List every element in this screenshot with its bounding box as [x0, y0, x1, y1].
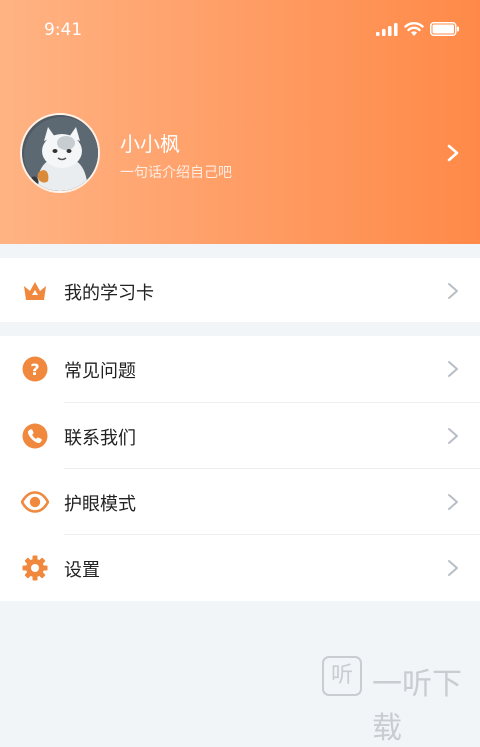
chevron-right-icon: [448, 560, 458, 576]
question-icon: ?: [22, 356, 48, 382]
svg-text:?: ?: [30, 360, 39, 379]
wifi-icon: [404, 22, 424, 36]
watermark: 听 一听下载: [322, 656, 472, 746]
chevron-right-icon: [448, 428, 458, 444]
menu-item-faq[interactable]: ? 常见问题: [0, 336, 480, 402]
menu-item-study-card[interactable]: 我的学习卡: [0, 258, 480, 324]
menu-item-label: 护眼模式: [64, 494, 136, 515]
chevron-right-icon: [448, 494, 458, 510]
battery-icon: [430, 22, 459, 36]
menu-item-label: 设置: [64, 560, 100, 581]
menu-item-label: 我的学习卡: [64, 283, 154, 304]
menu-item-contact-us[interactable]: 联系我们: [0, 403, 480, 469]
study-card-section: 我的学习卡: [0, 258, 480, 322]
status-time: 9:41: [44, 20, 83, 40]
menu-item-label: 联系我们: [64, 428, 136, 449]
cat-avatar-image: [22, 115, 98, 191]
profile-bio: 一句话介绍自己吧: [120, 165, 232, 181]
chevron-right-icon: [448, 283, 458, 299]
profile-name: 小小枫: [120, 132, 180, 156]
profile-header: 9:41 小小枫 一句话介绍自己吧: [0, 0, 480, 244]
menu-item-settings[interactable]: 设置: [0, 535, 480, 601]
chevron-right-icon[interactable]: [446, 144, 460, 162]
cellular-signal-icon: [376, 23, 398, 36]
eye-icon: [21, 491, 49, 513]
avatar[interactable]: [20, 113, 100, 193]
chevron-right-icon: [448, 361, 458, 377]
crown-icon: [24, 282, 46, 300]
menu-list: ? 常见问题 联系我们 护眼模式 设置: [0, 336, 480, 601]
status-bar: 9:41: [0, 0, 480, 62]
menu-item-label: 常见问题: [64, 361, 136, 382]
menu-item-eye-protection[interactable]: 护眼模式: [0, 469, 480, 535]
gear-icon: [22, 555, 48, 581]
watermark-text: 一听下载: [372, 667, 462, 746]
phone-icon: [22, 423, 48, 449]
watermark-logo: 听: [322, 656, 362, 696]
